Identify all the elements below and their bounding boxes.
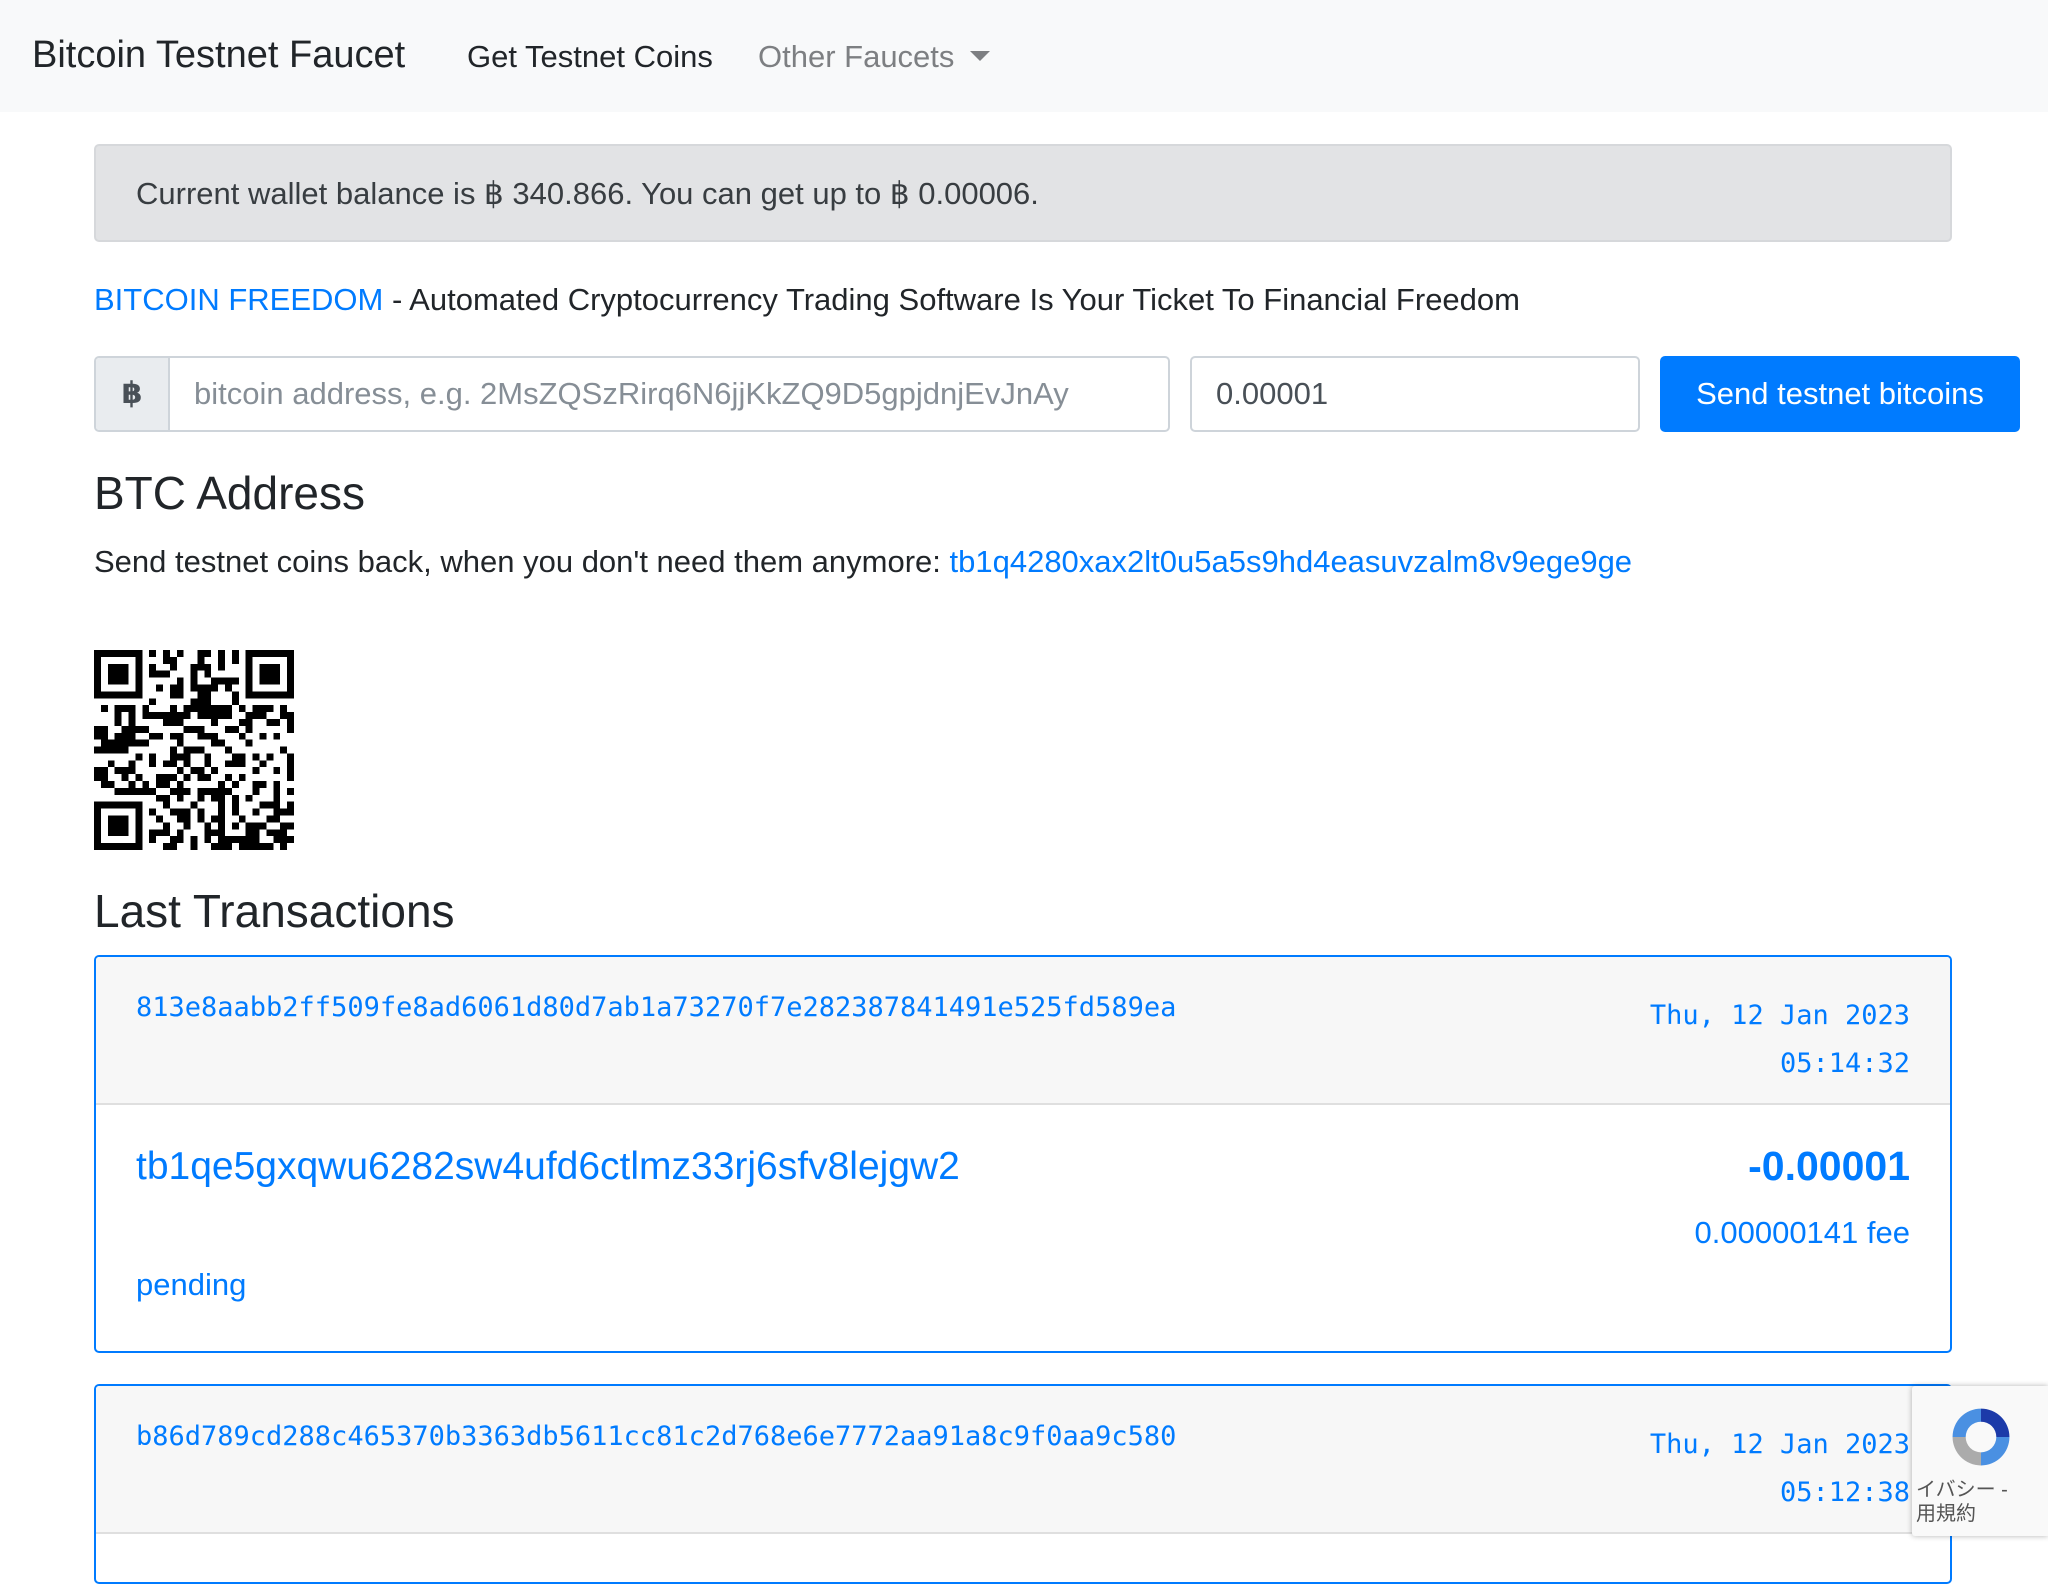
transaction-fee: 0.00000141 fee — [1694, 1215, 1911, 1250]
promo-text: - Automated Cryptocurrency Trading Softw… — [383, 282, 1520, 317]
transaction-date: Thu, 12 Jan 2023 05:14:32 — [1650, 992, 1910, 1088]
address-input-group: ฿ — [94, 356, 1170, 432]
site-brand[interactable]: Bitcoin Testnet Faucet — [32, 34, 405, 77]
recaptcha-terms-link[interactable]: 用規約 — [1916, 1502, 2008, 1526]
btc-address-heading: BTC Address — [94, 467, 365, 519]
recaptcha-icon — [1952, 1408, 2010, 1466]
recaptcha-links: イバシー - 用規約 — [1916, 1478, 2008, 1526]
bitcoin-freedom-link[interactable]: BITCOIN FREEDOM — [94, 282, 383, 317]
transaction-card: b86d789cd288c465370b3363db5611cc81c2d768… — [94, 1384, 1952, 1584]
transaction-date-day: Thu, 12 Jan 2023 — [1649, 1429, 1910, 1460]
recaptcha-badge[interactable]: イバシー - 用規約 — [1912, 1386, 2048, 1536]
bitcoin-address-input[interactable] — [170, 358, 1166, 430]
transaction-header: b86d789cd288c465370b3363db5611cc81c2d768… — [96, 1386, 1950, 1534]
transaction-amount: -0.00001 — [1748, 1143, 1910, 1189]
transaction-header: 813e8aabb2ff509fe8ad6061d80d7ab1a73270f7… — [96, 957, 1950, 1105]
nav-other-faucets-dropdown[interactable]: Other Faucets — [758, 39, 991, 75]
transaction-card: 813e8aabb2ff509fe8ad6061d80d7ab1a73270f7… — [94, 955, 1952, 1353]
transaction-date: Thu, 12 Jan 2023 05:12:38 — [1650, 1421, 1910, 1517]
transaction-date-time: 05:14:32 — [1779, 1048, 1910, 1079]
nav-get-testnet-coins[interactable]: Get Testnet Coins — [467, 39, 713, 75]
bitcoin-symbol-icon: ฿ — [96, 358, 170, 430]
transaction-hash-link[interactable]: 813e8aabb2ff509fe8ad6061d80d7ab1a73270f7… — [136, 992, 1176, 1023]
recaptcha-privacy-link[interactable]: イバシー - — [1916, 1478, 2008, 1502]
return-address-link[interactable]: tb1q4280xax2lt0u5a5s9hd4easuvzalm8v9ege9… — [950, 544, 1633, 579]
amount-input[interactable] — [1190, 356, 1640, 432]
transaction-date-time: 05:12:38 — [1779, 1477, 1910, 1508]
nav-other-faucets-label: Other Faucets — [758, 39, 955, 74]
caret-down-icon — [970, 51, 991, 61]
promo-line: BITCOIN FREEDOM - Automated Cryptocurren… — [94, 282, 1520, 318]
send-testnet-bitcoins-button[interactable]: Send testnet bitcoins — [1660, 356, 2020, 432]
transaction-status: pending — [136, 1267, 247, 1302]
qr-code — [94, 650, 294, 850]
transaction-hash-link[interactable]: b86d789cd288c465370b3363db5611cc81c2d768… — [136, 1421, 1176, 1452]
navbar: Bitcoin Testnet Faucet Get Testnet Coins… — [0, 0, 2048, 112]
return-address-line: Send testnet coins back, when you don't … — [94, 544, 1632, 580]
last-transactions-heading: Last Transactions — [94, 885, 455, 937]
wallet-balance-alert: Current wallet balance is ฿ 340.866. You… — [94, 144, 1952, 242]
transaction-date-day: Thu, 12 Jan 2023 — [1649, 1000, 1910, 1031]
return-address-text: Send testnet coins back, when you don't … — [94, 544, 950, 579]
transaction-address-link[interactable]: tb1qe5gxqwu6282sw4ufd6ctlmz33rj6sfv8lejg… — [136, 1143, 1036, 1191]
